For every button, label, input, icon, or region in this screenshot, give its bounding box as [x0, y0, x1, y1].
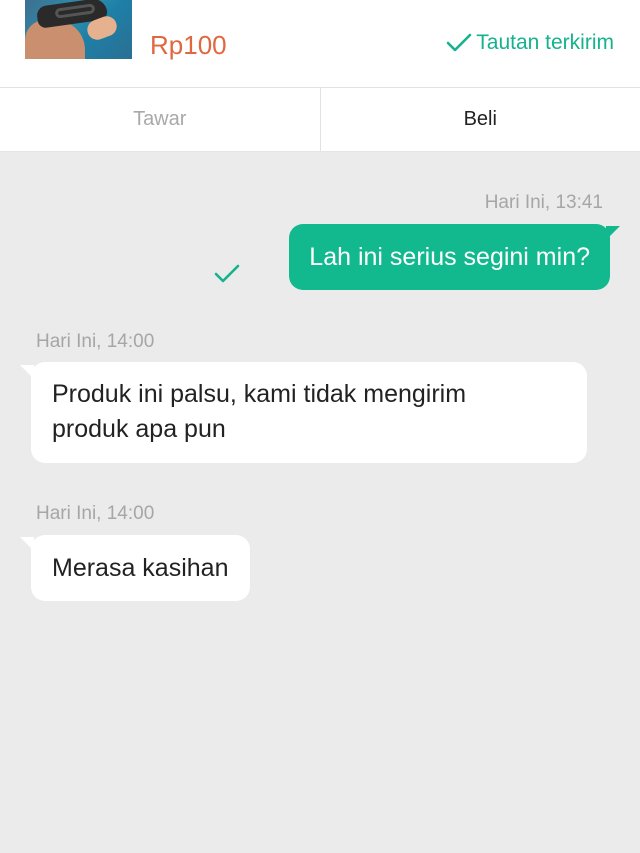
outgoing-message[interactable]: Lah ini serius segini min? [289, 224, 610, 290]
message-text: Lah ini serius segini min? [309, 243, 590, 271]
message-timestamp: Hari Ini, 13:41 [484, 192, 603, 213]
incoming-message[interactable]: Produk ini palsu, kami tidak mengirim pr… [31, 362, 587, 463]
check-icon [214, 264, 240, 283]
check-icon [446, 33, 472, 52]
message-text: Merasa kasihan [52, 554, 229, 582]
message-text: Produk ini palsu, kami tidak mengirim pr… [52, 380, 467, 443]
message-timestamp: Hari Ini, 14:00 [36, 503, 155, 524]
message-timestamp: Hari Ini, 14:00 [36, 331, 155, 352]
action-tabs: Tawar Beli [0, 88, 640, 152]
tab-offer[interactable]: Tawar [0, 88, 321, 151]
link-sent-status: Tautan terkirim [446, 31, 614, 55]
link-sent-label: Tautan terkirim [476, 31, 614, 54]
product-thumbnail[interactable] [25, 0, 132, 59]
product-header: Rp100 Tautan terkirim [0, 0, 640, 88]
incoming-message[interactable]: Merasa kasihan [31, 535, 251, 601]
tab-buy[interactable]: Beli [321, 88, 640, 151]
product-price: Rp100 [150, 30, 227, 60]
